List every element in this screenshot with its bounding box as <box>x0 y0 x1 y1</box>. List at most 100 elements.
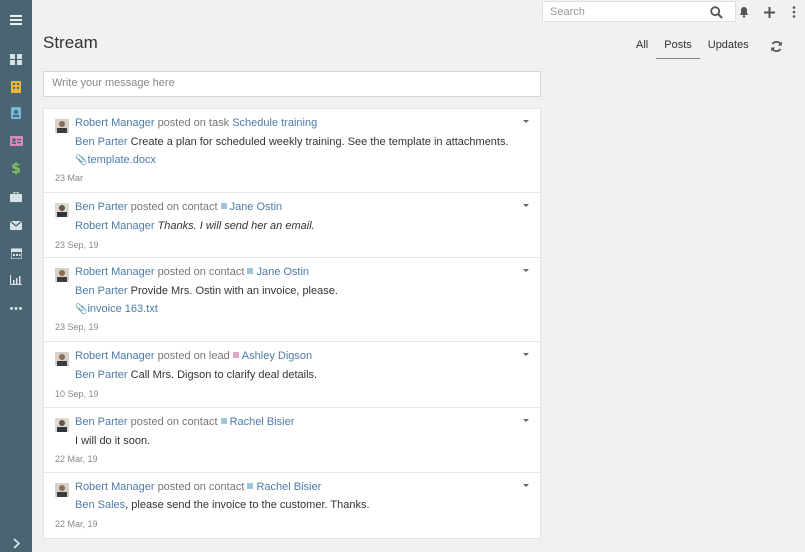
filter-all[interactable]: All <box>628 35 656 59</box>
envelope-icon <box>10 220 22 230</box>
paperclip-icon: 📎 <box>75 155 88 166</box>
sidebar-item-cases[interactable] <box>0 184 32 210</box>
search-button[interactable] <box>706 2 726 22</box>
sidebar-item-leads[interactable] <box>0 128 32 154</box>
stream-list: Robert Manager posted on task Schedule t… <box>43 108 541 539</box>
filter-updates[interactable]: Updates <box>700 35 757 59</box>
post-header: Ben Parter posted on contact Rachel Bisi… <box>75 416 294 428</box>
post-body: I will do it soon. <box>75 435 150 447</box>
post-header: Robert Manager posted on task Schedule t… <box>75 117 317 129</box>
menu-toggle-button[interactable] <box>0 7 32 33</box>
post-mention-link[interactable]: Robert Manager <box>75 220 155 232</box>
plus-icon <box>763 6 775 18</box>
sidebar-item-reports[interactable] <box>0 267 32 293</box>
refresh-button[interactable] <box>767 37 785 55</box>
sidebar-item-contacts[interactable] <box>0 100 32 126</box>
refresh-icon <box>770 40 782 52</box>
post-target-link[interactable]: Jane Ostin <box>247 266 309 278</box>
post-target-link[interactable]: Jane Ostin <box>220 201 282 213</box>
sidebar-item-more[interactable] <box>0 295 32 321</box>
top-bar <box>32 0 805 24</box>
filter-posts[interactable]: Posts <box>656 35 700 59</box>
post-action: posted on contact <box>130 201 218 213</box>
post-body: Robert Manager Thanks. I will send her a… <box>75 220 315 232</box>
post-target-link[interactable]: Ashley Digson <box>232 350 312 362</box>
dashboard-icon <box>10 53 22 65</box>
paperclip-icon: 📎 <box>75 304 88 315</box>
post-menu-caret-icon[interactable] <box>521 266 531 276</box>
stream-post: Robert Manager posted on contact Jane Os… <box>44 258 540 342</box>
avatar <box>55 119 69 133</box>
post-attachment[interactable]: 📎invoice 163.txt <box>75 303 158 315</box>
quick-create-button[interactable] <box>759 2 779 22</box>
post-menu-caret-icon[interactable] <box>521 481 531 491</box>
stream-filter-tabs: All Posts Updates <box>628 35 757 59</box>
stream-post: Robert Manager posted on lead Ashley Dig… <box>44 342 540 408</box>
message-input[interactable] <box>43 71 541 97</box>
sidebar-item-emails[interactable] <box>0 212 32 238</box>
post-author-link[interactable]: Ben Parter <box>75 201 128 213</box>
briefcase-icon <box>10 192 22 202</box>
post-text: I will do it soon. <box>75 435 151 447</box>
avatar <box>55 352 69 366</box>
post-mention-link[interactable]: Ben Parter <box>75 136 128 148</box>
attachment-link[interactable]: invoice 163.txt <box>87 303 157 315</box>
post-header: Robert Manager posted on contact Jane Os… <box>75 266 309 278</box>
contact-card-icon <box>11 107 21 119</box>
vertical-dots-icon <box>792 6 796 18</box>
post-date: 22 Mar, 19 <box>55 519 98 529</box>
collapse-sidebar-button[interactable] <box>0 530 32 552</box>
post-mention-link[interactable]: Ben Sales <box>75 499 125 511</box>
more-icon <box>10 306 22 310</box>
post-date: 23 Sep, 19 <box>55 240 99 250</box>
post-text: , please send the invoice to the custome… <box>125 499 370 511</box>
post-body: Ben Parter Provide Mrs. Ostin with an in… <box>75 285 338 297</box>
post-date: 22 Mar, 19 <box>55 454 98 464</box>
post-date: 23 Sep, 19 <box>55 322 99 332</box>
post-text: Call Mrs. Digson to clarify deal details… <box>130 369 318 381</box>
page-title: Stream <box>43 33 98 52</box>
post-menu-caret-icon[interactable] <box>521 350 531 360</box>
post-mention-link[interactable]: Ben Parter <box>75 369 128 381</box>
sidebar: $ <box>0 0 32 552</box>
sidebar-item-opportunities[interactable]: $ <box>0 156 32 182</box>
post-text: Thanks. I will send her an email. <box>157 220 315 232</box>
stream-post: Ben Parter posted on contact Jane Ostin … <box>44 193 540 258</box>
post-mention-link[interactable]: Ben Parter <box>75 285 128 297</box>
post-action: posted on contact <box>157 266 245 278</box>
post-header: Robert Manager posted on lead Ashley Dig… <box>75 350 312 362</box>
post-author-link[interactable]: Ben Parter <box>75 416 128 428</box>
sidebar-item-calendar[interactable] <box>0 240 32 266</box>
chevron-right-icon <box>12 537 20 549</box>
post-body: Ben Sales, please send the invoice to th… <box>75 499 370 511</box>
notifications-button[interactable] <box>734 2 754 22</box>
post-menu-caret-icon[interactable] <box>521 117 531 127</box>
post-attachment[interactable]: 📎template.docx <box>75 154 156 166</box>
post-target-link[interactable]: Rachel Bisier <box>247 481 321 493</box>
calendar-icon <box>10 247 22 259</box>
post-author-link[interactable]: Robert Manager <box>75 481 155 493</box>
attachment-link[interactable]: template.docx <box>87 154 155 166</box>
post-menu-caret-icon[interactable] <box>521 201 531 211</box>
avatar <box>55 483 69 497</box>
post-target-link[interactable]: Schedule training <box>232 117 317 129</box>
post-author-link[interactable]: Robert Manager <box>75 117 155 129</box>
building-icon <box>11 81 21 93</box>
post-body: Ben Parter Create a plan for scheduled w… <box>75 136 509 148</box>
post-author-link[interactable]: Robert Manager <box>75 266 155 278</box>
sidebar-item-accounts[interactable] <box>0 74 32 100</box>
bell-icon <box>739 7 749 18</box>
post-menu-caret-icon[interactable] <box>521 416 531 426</box>
post-header: Ben Parter posted on contact Jane Ostin <box>75 201 282 213</box>
lead-square-icon <box>232 352 239 358</box>
post-text: Create a plan for scheduled weekly train… <box>130 136 509 148</box>
post-date: 10 Sep, 19 <box>55 389 99 399</box>
post-text: Provide Mrs. Ostin with an invoice, plea… <box>130 285 338 297</box>
menu-button[interactable] <box>784 2 804 22</box>
post-action: posted on lead <box>157 350 230 362</box>
post-target-link[interactable]: Rachel Bisier <box>220 416 294 428</box>
post-author-link[interactable]: Robert Manager <box>75 350 155 362</box>
contact-square-icon <box>220 418 227 424</box>
sidebar-item-dashboard[interactable] <box>0 46 32 72</box>
post-action: posted on task <box>157 117 230 129</box>
